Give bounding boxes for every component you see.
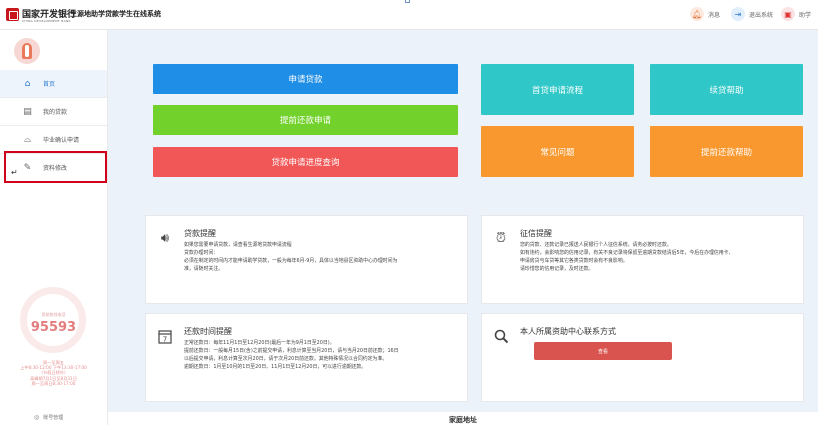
section-title: 家庭地址 [449,416,477,424]
card-body: 如果您需要申请贷款，请查看生源地贷款申请流程 贷款办理时间： 必须在制定的时间内… [184,242,398,272]
hotline-label: 资助热线电话 [41,312,66,317]
repayment-time-reminder-card: 7 还款时间提醒 正常还款日：每年11月1日至12月20日(最后一年为9月1日至… [145,313,468,402]
avatar[interactable] [14,38,40,64]
sidebar-item-label: 我的贷款 [43,109,68,116]
account-management-link[interactable]: ◎ 账号管理 [34,414,63,421]
logout-label: 退出系统 [749,11,774,19]
apply-loan-button[interactable]: 申请贷款 [153,64,458,94]
hotline-number: 95593 [30,320,77,335]
sidebar: ⌂ 首页 ▤ 我的贷款 ⌓ 毕业确认申请 ✎ 资料修改 资助热线电话 95593… [0,30,108,425]
help-button[interactable]: ▣ 助学 [781,6,811,22]
card-title: 征信提醒 [520,229,552,238]
graduation-cap-icon: ⌓ [23,134,32,145]
credit-reminder-card: ⏰︎ 征信提醒 您的贷款、还款记录已报送人民银行个人征信系统，请务必按时还款。 … [481,215,804,304]
help-label: 助学 [799,11,812,19]
bottom-section: 家庭地址 [108,412,818,425]
card-title: 贷款提醒 [184,229,216,238]
funding-center-contact-card: 本人所属资助中心联系方式 查看 [481,313,804,402]
first-loan-process-button[interactable]: 首贷申请流程 [481,64,634,115]
calendar-icon: 7 [156,327,174,345]
return-arrow-icon: ↵ [11,168,18,177]
faq-button[interactable]: 常见问题 [481,126,634,177]
view-contact-button[interactable]: 查看 [534,342,672,360]
account-label: 账号管理 [43,415,64,421]
document-icon: ▤ [23,106,32,117]
selection-handle [405,0,410,3]
sidebar-item-my-loans[interactable]: ▤ 我的贷款 [0,98,107,125]
sidebar-item-graduation-confirm[interactable]: ⌓ 毕业确认申请 [0,126,107,153]
svg-text:7: 7 [163,335,167,343]
hotline-hours: 周一至周五 上午8:30-12:00 下午13:30-17:00 （节假日除外）… [20,360,87,386]
sidebar-item-label: 毕业确认申请 [43,137,80,144]
loan-reminder-card: 🔊︎ 贷款提醒 如果您需要申请贷款，请查看生源地贷款申请流程 贷款办理时间： 必… [145,215,468,304]
card-title: 本人所属资助中心联系方式 [520,327,616,336]
sidebar-item-label: 首页 [43,81,56,88]
loan-progress-query-button[interactable]: 贷款申请进度查询 [153,147,458,177]
main-content: 申请贷款 提前还款申请 贷款申请进度查询 首贷申请流程 续贷帮助 常见问题 提前… [108,30,818,425]
bank-logo-icon [6,8,19,21]
early-repayment-apply-button[interactable]: 提前还款申请 [153,105,458,135]
top-header: 国家开发银行 CHINA DEVELOPMENT BANK 生源地助学贷款学生在… [0,0,818,30]
message-label: 消息 [708,11,721,19]
search-icon [492,327,510,345]
annotation-highlight-box [4,151,107,183]
speaker-icon: 🔊︎ [160,230,170,246]
card-body: 正常还款日：每年11月1日至12月20日(最后一年为9月1日至20日)。 提前还… [184,340,399,370]
sidebar-item-home[interactable]: ⌂ 首页 [0,70,107,97]
system-name: 生源地助学贷款学生在线系统 [70,10,161,18]
logout-button[interactable]: ⇥ 退出系统 [731,6,773,22]
logout-icon: ⇥ [731,7,745,21]
renewal-help-button[interactable]: 续贷帮助 [650,64,803,115]
bank-english-name: CHINA DEVELOPMENT BANK [22,19,71,23]
alarm-clock-icon: ⏰︎ [495,230,507,246]
home-icon: ⌂ [24,78,31,89]
card-body: 您的贷款、还款记录已报送人民银行个人征信系统，请务必按时还款。 如有违约，会影响… [520,242,734,272]
message-button[interactable]: 🔔︎ 消息 [690,6,720,22]
user-icon: ◎ [34,414,40,421]
help-icon: ▣ [781,7,795,21]
card-title: 还款时间提醒 [184,327,232,336]
bell-icon: 🔔︎ [690,7,704,21]
early-repayment-help-button[interactable]: 提前还款帮助 [650,126,803,177]
